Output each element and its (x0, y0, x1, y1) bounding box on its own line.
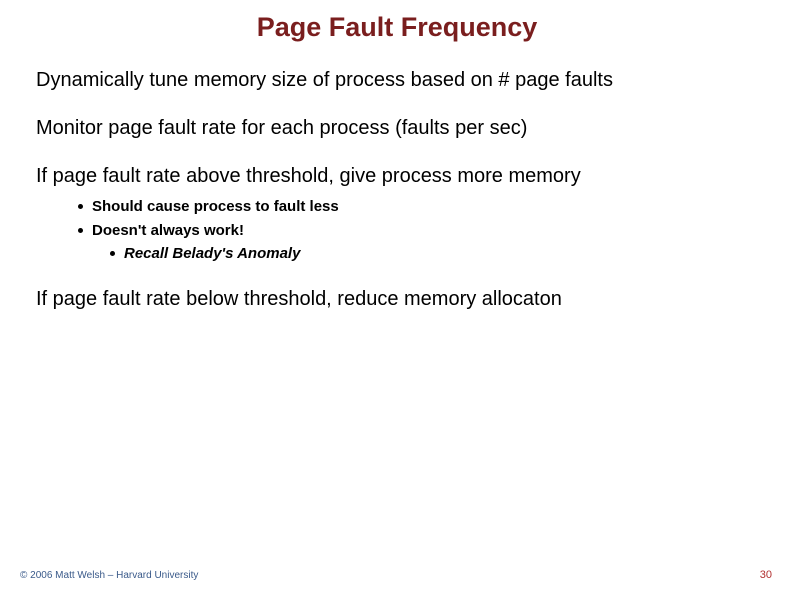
sub-bullet-text: Doesn't always work! (92, 222, 244, 239)
sub-list: Should cause process to fault less Doesn… (36, 197, 758, 264)
bullet-point: Monitor page fault rate for each process… (36, 115, 758, 141)
bullet-point-group: If page fault rate above threshold, give… (36, 163, 758, 264)
slide: Page Fault Frequency Dynamically tune me… (0, 0, 794, 595)
sub-bullet: Should cause process to fault less (78, 197, 758, 217)
bullet-text: If page fault rate above threshold, give… (36, 165, 581, 187)
sub-bullet: Doesn't always work! Recall Belady's Ano… (78, 221, 758, 264)
slide-content: Dynamically tune memory size of process … (0, 67, 794, 312)
sub-sub-list: Recall Belady's Anomaly (92, 244, 758, 264)
footer-page-number: 30 (760, 569, 772, 581)
slide-title: Page Fault Frequency (0, 0, 794, 43)
bullet-point: If page fault rate below threshold, redu… (36, 286, 758, 312)
footer-copyright: © 2006 Matt Welsh – Harvard University (20, 570, 198, 581)
bullet-point: Dynamically tune memory size of process … (36, 67, 758, 93)
sub-sub-bullet: Recall Belady's Anomaly (110, 244, 758, 264)
